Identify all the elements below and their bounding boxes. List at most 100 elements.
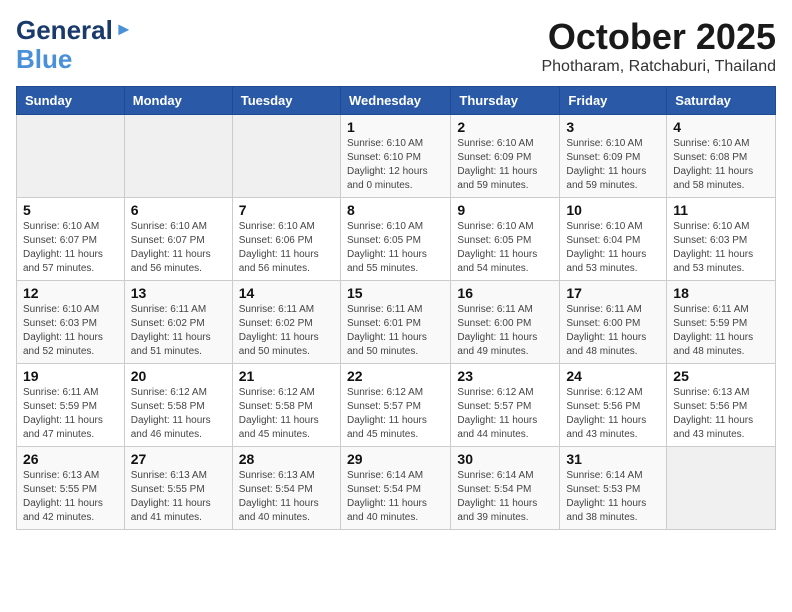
day-info: Sunrise: 6:13 AM Sunset: 5:54 PM Dayligh… [239,469,334,525]
calendar-cell: 14 Sunrise: 6:11 AM Sunset: 6:02 PM Dayli… [232,281,340,364]
calendar-cell: 18Sunrise: 6:11 AM Sunset: 5:59 PM Dayli… [667,281,776,364]
calendar-cell: 3Sunrise: 6:10 AM Sunset: 6:09 PM Daylig… [560,115,667,198]
day-info: Sunrise: 6:10 AM Sunset: 6:05 PM Dayligh… [347,220,444,276]
day-number: 23 [457,368,553,384]
day-number: 19 [23,368,118,384]
day-number: 26 [23,451,118,467]
logo-bird-icon: ► [115,20,133,40]
calendar-cell: 24 Sunrise: 6:12 AM Sunset: 5:56 PM Dayli… [560,364,667,447]
calendar-cell: 22Sunrise: 6:12 AM Sunset: 5:57 PM Dayli… [340,364,450,447]
calendar-cell: 4 Sunrise: 6:10 AM Sunset: 6:08 PM Daylig… [667,115,776,198]
day-info: Sunrise: 6:14 AM Sunset: 5:53 PM Dayligh… [566,469,660,525]
day-number: 18 [673,285,769,301]
calendar-cell: 27 Sunrise: 6:13 AM Sunset: 5:55 PM Dayli… [124,447,232,530]
day-number: 4 [673,119,769,135]
calendar-cell: 9 Sunrise: 6:10 AM Sunset: 6:05 PM Daylig… [451,198,560,281]
weekday-header-friday: Friday [560,87,667,115]
day-info: Sunrise: 6:10 AM Sunset: 6:07 PM Dayligh… [131,220,226,276]
calendar-cell: 28 Sunrise: 6:13 AM Sunset: 5:54 PM Dayli… [232,447,340,530]
calendar-week-2: 5 Sunrise: 6:10 AM Sunset: 6:07 PM Daylig… [17,198,776,281]
day-info: Sunrise: 6:10 AM Sunset: 6:03 PM Dayligh… [23,303,118,359]
calendar-cell [232,115,340,198]
day-info: Sunrise: 6:10 AM Sunset: 6:09 PM Dayligh… [457,137,553,193]
calendar-cell: 19 Sunrise: 6:11 AM Sunset: 5:59 PM Dayli… [17,364,125,447]
month-title: October 2025 [541,16,776,58]
calendar-cell: 11 Sunrise: 6:10 AM Sunset: 6:03 PM Dayli… [667,198,776,281]
day-info: Sunrise: 6:10 AM Sunset: 6:07 PM Dayligh… [23,220,118,276]
day-info: Sunrise: 6:11 AM Sunset: 5:59 PM Dayligh… [23,386,118,442]
day-info: Sunrise: 6:13 AM Sunset: 5:56 PM Dayligh… [673,386,769,442]
weekday-header-sunday: Sunday [17,87,125,115]
day-number: 16 [457,285,553,301]
weekday-header-tuesday: Tuesday [232,87,340,115]
calendar-cell: 25 Sunrise: 6:13 AM Sunset: 5:56 PM Dayli… [667,364,776,447]
day-info: Sunrise: 6:10 AM Sunset: 6:10 PM Dayligh… [347,137,444,193]
day-info: Sunrise: 6:10 AM Sunset: 6:05 PM Dayligh… [457,220,553,276]
day-info: Sunrise: 6:13 AM Sunset: 5:55 PM Dayligh… [131,469,226,525]
logo: General ► Blue [16,16,133,73]
calendar-cell: 10 Sunrise: 6:10 AM Sunset: 6:04 PM Dayli… [560,198,667,281]
day-info: Sunrise: 6:14 AM Sunset: 5:54 PM Dayligh… [457,469,553,525]
calendar-cell: 26 Sunrise: 6:13 AM Sunset: 5:55 PM Dayli… [17,447,125,530]
day-number: 29 [347,451,444,467]
day-number: 5 [23,202,118,218]
calendar-week-5: 26 Sunrise: 6:13 AM Sunset: 5:55 PM Dayli… [17,447,776,530]
calendar-cell [17,115,125,198]
calendar-cell: 1 Sunrise: 6:10 AM Sunset: 6:10 PM Daylig… [340,115,450,198]
calendar-cell: 12Sunrise: 6:10 AM Sunset: 6:03 PM Dayli… [17,281,125,364]
day-number: 14 [239,285,334,301]
day-number: 9 [457,202,553,218]
calendar-week-3: 12Sunrise: 6:10 AM Sunset: 6:03 PM Dayli… [17,281,776,364]
logo-general-text: General [16,16,113,45]
day-number: 13 [131,285,226,301]
day-number: 1 [347,119,444,135]
calendar-cell: 21 Sunrise: 6:12 AM Sunset: 5:58 PM Dayli… [232,364,340,447]
calendar-week-1: 1 Sunrise: 6:10 AM Sunset: 6:10 PM Daylig… [17,115,776,198]
logo-blue-text: Blue [16,45,72,74]
day-number: 28 [239,451,334,467]
weekday-header-monday: Monday [124,87,232,115]
day-number: 11 [673,202,769,218]
calendar-cell: 7Sunrise: 6:10 AM Sunset: 6:06 PM Daylig… [232,198,340,281]
calendar-cell: 15Sunrise: 6:11 AM Sunset: 6:01 PM Dayli… [340,281,450,364]
day-info: Sunrise: 6:11 AM Sunset: 6:01 PM Dayligh… [347,303,444,359]
day-number: 3 [566,119,660,135]
calendar-cell: 17 Sunrise: 6:11 AM Sunset: 6:00 PM Dayli… [560,281,667,364]
calendar-cell: 6Sunrise: 6:10 AM Sunset: 6:07 PM Daylig… [124,198,232,281]
location-subtitle: Photharam, Ratchaburi, Thailand [541,58,776,76]
calendar-cell: 30 Sunrise: 6:14 AM Sunset: 5:54 PM Dayli… [451,447,560,530]
day-info: Sunrise: 6:12 AM Sunset: 5:57 PM Dayligh… [347,386,444,442]
page-header: General ► Blue October 2025 Photharam, R… [16,16,776,76]
day-number: 8 [347,202,444,218]
day-info: Sunrise: 6:10 AM Sunset: 6:04 PM Dayligh… [566,220,660,276]
calendar-cell: 23 Sunrise: 6:12 AM Sunset: 5:57 PM Dayli… [451,364,560,447]
day-info: Sunrise: 6:12 AM Sunset: 5:58 PM Dayligh… [239,386,334,442]
calendar-cell: 5 Sunrise: 6:10 AM Sunset: 6:07 PM Daylig… [17,198,125,281]
day-number: 17 [566,285,660,301]
day-number: 2 [457,119,553,135]
weekday-header-row: SundayMondayTuesdayWednesdayThursdayFrid… [17,87,776,115]
day-info: Sunrise: 6:11 AM Sunset: 6:00 PM Dayligh… [457,303,553,359]
day-number: 20 [131,368,226,384]
day-info: Sunrise: 6:12 AM Sunset: 5:57 PM Dayligh… [457,386,553,442]
day-number: 30 [457,451,553,467]
calendar-cell: 31Sunrise: 6:14 AM Sunset: 5:53 PM Dayli… [560,447,667,530]
calendar-cell: 16 Sunrise: 6:11 AM Sunset: 6:00 PM Dayli… [451,281,560,364]
weekday-header-saturday: Saturday [667,87,776,115]
day-number: 10 [566,202,660,218]
calendar-cell: 13 Sunrise: 6:11 AM Sunset: 6:02 PM Dayli… [124,281,232,364]
day-info: Sunrise: 6:10 AM Sunset: 6:03 PM Dayligh… [673,220,769,276]
day-info: Sunrise: 6:11 AM Sunset: 6:00 PM Dayligh… [566,303,660,359]
day-number: 21 [239,368,334,384]
day-number: 27 [131,451,226,467]
title-area: October 2025 Photharam, Ratchaburi, Thai… [541,16,776,76]
day-info: Sunrise: 6:11 AM Sunset: 6:02 PM Dayligh… [239,303,334,359]
day-info: Sunrise: 6:11 AM Sunset: 6:02 PM Dayligh… [131,303,226,359]
day-info: Sunrise: 6:10 AM Sunset: 6:08 PM Dayligh… [673,137,769,193]
day-info: Sunrise: 6:12 AM Sunset: 5:58 PM Dayligh… [131,386,226,442]
day-info: Sunrise: 6:12 AM Sunset: 5:56 PM Dayligh… [566,386,660,442]
day-number: 25 [673,368,769,384]
calendar-week-4: 19 Sunrise: 6:11 AM Sunset: 5:59 PM Dayli… [17,364,776,447]
day-info: Sunrise: 6:13 AM Sunset: 5:55 PM Dayligh… [23,469,118,525]
day-number: 24 [566,368,660,384]
